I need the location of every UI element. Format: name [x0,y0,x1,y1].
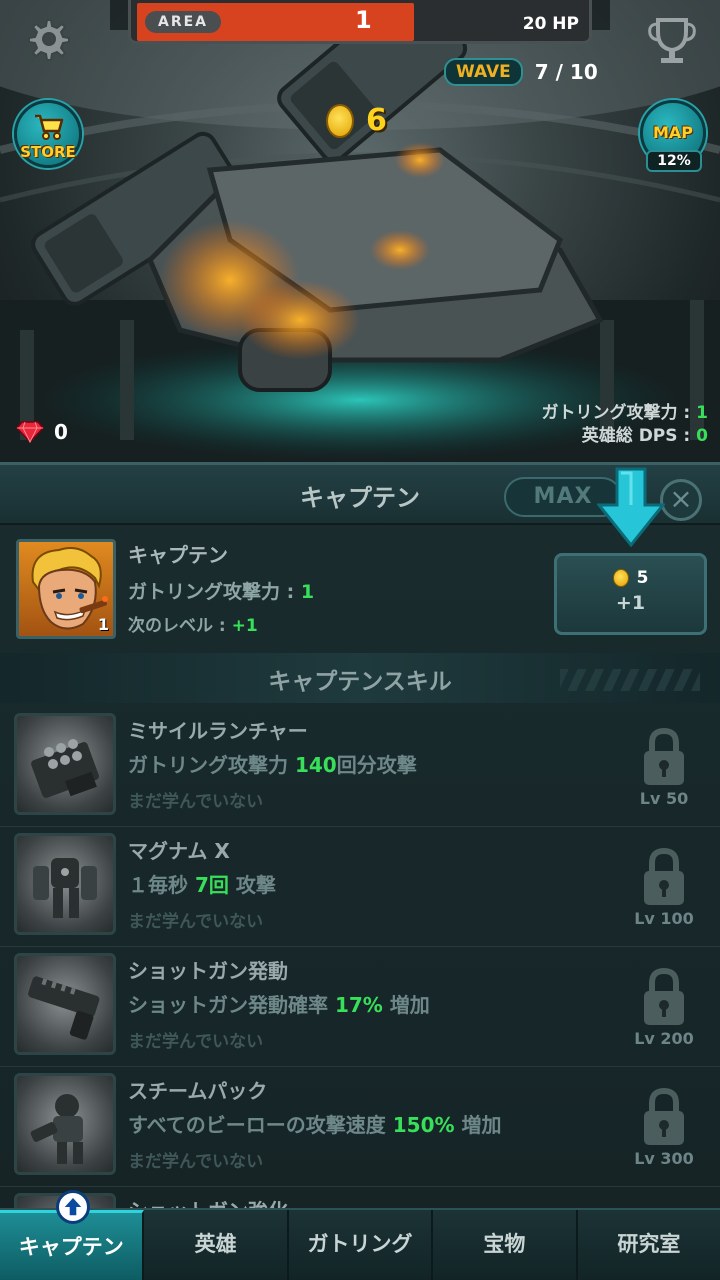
skill-desc-highlight: 140 [294,753,337,777]
upgrade-cost-value: 5 [636,568,649,588]
skill-lock: Lv 50 [630,727,698,811]
skill-status: まだ学んでいない [128,912,264,932]
skill-status: まだ学んでいない [128,1152,264,1172]
area-hp-bar: AREA 1 20 HP [128,0,592,44]
store-button[interactable]: STORE [14,100,82,168]
coin-counter: 6 [326,103,387,138]
skill-desc-suffix: 回分攻撃 [336,753,417,777]
skill-row-missile-launcher[interactable]: ミサイルランチャー ガトリング攻撃力 140回分攻撃 まだ学んでいない Lv 5… [0,707,720,827]
skill-desc-suffix: 攻撃 [228,873,276,897]
gem-icon [16,421,44,443]
total-dps-label: 英雄総 DPS : [581,426,697,446]
lock-icon [644,847,684,905]
coin-icon [612,569,629,587]
skill-status: まだ学んでいない [128,792,264,812]
skill-row-magnum-x[interactable]: マグナム X １毎秒 7回 攻撃 まだ学んでいない Lv 100 [0,827,720,947]
gem-counter: 0 [16,420,68,444]
wave-indicator: WAVE 7 / 10 [444,58,598,86]
upgrade-button[interactable]: 5 +1 [554,553,707,635]
captain-info-row: 1 キャプテン ガトリング攻撃力 : 1 次のレベル : +1 5 +1 [0,529,720,649]
wave-label: WAVE [444,58,523,86]
panel-header: キャプテン MAX × [0,465,720,547]
gatling-attack-value: 1 [696,403,708,423]
hp-text: 20 HP [522,14,579,34]
arrow-up-icon [56,1190,90,1224]
magnum-x-icon [14,833,116,935]
tab-gatling[interactable]: ガトリング [289,1210,434,1280]
captain-next-level: 次のレベル : +1 [128,611,258,636]
stats-readout: ガトリング攻撃力 : 1 英雄総 DPS : 0 [542,402,708,448]
captain-attack-value: 1 [300,581,315,603]
lock-icon [644,1087,684,1145]
missile-launcher-icon [14,713,116,815]
skill-row-steam-pack[interactable]: スチームパック すべてのビーローの攻撃速度 150% 増加 まだ学んでいない L… [0,1067,720,1187]
skill-desc-suffix: 増加 [382,993,430,1017]
skill-desc-highlight: 7回 [194,873,229,897]
skill-desc-highlight: 150% [392,1113,455,1137]
skill-lock: Lv 300 [630,1087,698,1171]
header-stripes [560,669,700,691]
gatling-attack-label: ガトリング攻撃力 : [541,403,697,423]
skill-desc-suffix: 増加 [454,1113,502,1137]
lock-level: Lv 200 [634,1029,694,1048]
skill-name: マグナム X [128,839,230,863]
wave-count: 7 / 10 [534,60,598,84]
lock-level: Lv 50 [639,789,689,808]
shotgun-icon [14,953,116,1055]
skill-name: ショットガン発動 [128,959,288,983]
area-number: 1 [355,6,372,34]
gear-icon[interactable] [22,14,72,64]
tab-treasure[interactable]: 宝物 [433,1210,578,1280]
lock-icon [644,727,684,785]
skill-description: すべてのビーローの攻撃速度 150% 増加 [128,1109,502,1138]
skill-row-shotgun-activation[interactable]: ショットガン発動 ショットガン発動確率 17% 増加 まだ学んでいない Lv 2… [0,947,720,1067]
area-label: AREA [145,11,221,33]
map-label: MAP [652,123,694,142]
captain-name: キャプテン [128,543,228,567]
trophy-icon[interactable] [644,14,700,66]
upgrade-cost: 5 [557,568,704,588]
skill-name: スチームパック [128,1079,268,1103]
skill-status: まだ学んでいない [128,1032,264,1052]
lock-level: Lv 100 [634,909,694,928]
map-progress: 12% [646,150,702,172]
skill-description: ショットガン発動確率 17% 増加 [128,989,430,1018]
skill-desc-text: ガトリング攻撃力 [128,753,295,777]
lock-icon [644,967,684,1025]
captain-level: 1 [97,615,109,634]
cart-icon [35,114,64,140]
total-dps-value: 0 [696,426,708,446]
skill-description: ガトリング攻撃力 140回分攻撃 [128,749,417,778]
captain-panel: キャプテン MAX × 1 キャプテン ガトリング攻撃力 : 1 次のレベル :… [0,462,720,1213]
skill-lock: Lv 100 [630,847,698,931]
coin-value: 6 [366,103,387,138]
bottom-nav: キャプテン 英雄 ガトリング 宝物 研究室 [0,1208,720,1280]
captain-attack: ガトリング攻撃力 : 1 [128,577,314,604]
skill-name: ミサイルランチャー [128,719,308,743]
captain-next-value: +1 [231,616,258,636]
captain-portrait[interactable]: 1 [16,539,116,639]
skill-desc-highlight: 17% [334,993,383,1017]
skill-lock: Lv 200 [630,967,698,1051]
skill-desc-text: １毎秒 [128,873,195,897]
tab-lab[interactable]: 研究室 [578,1210,720,1280]
gatling-turret-artwork [0,0,720,462]
tab-heroes[interactable]: 英雄 [144,1210,289,1280]
skill-list[interactable]: ミサイルランチャー ガトリング攻撃力 140回分攻撃 まだ学んでいない Lv 5… [0,707,720,1213]
upgrade-gain: +1 [615,592,646,614]
captain-next-label: 次のレベル : [128,616,232,636]
skill-desc-text: すべてのビーローの攻撃速度 [128,1113,393,1137]
coin-icon [326,103,354,138]
battle-scene: AREA 1 20 HP WAVE 7 / 10 STORE 6 MAP 12% [0,0,720,462]
lock-level: Lv 300 [634,1149,694,1168]
captain-attack-label: ガトリング攻撃力 : [128,581,301,603]
steam-pack-icon [14,1073,116,1175]
skill-desc-text: ショットガン発動確率 [128,993,335,1017]
close-icon[interactable]: × [660,479,702,521]
skill-description: １毎秒 7回 攻撃 [128,869,276,898]
store-label: STORE [20,143,76,161]
skills-section-header: キャプテンスキル [0,653,720,703]
gem-value: 0 [54,420,68,444]
